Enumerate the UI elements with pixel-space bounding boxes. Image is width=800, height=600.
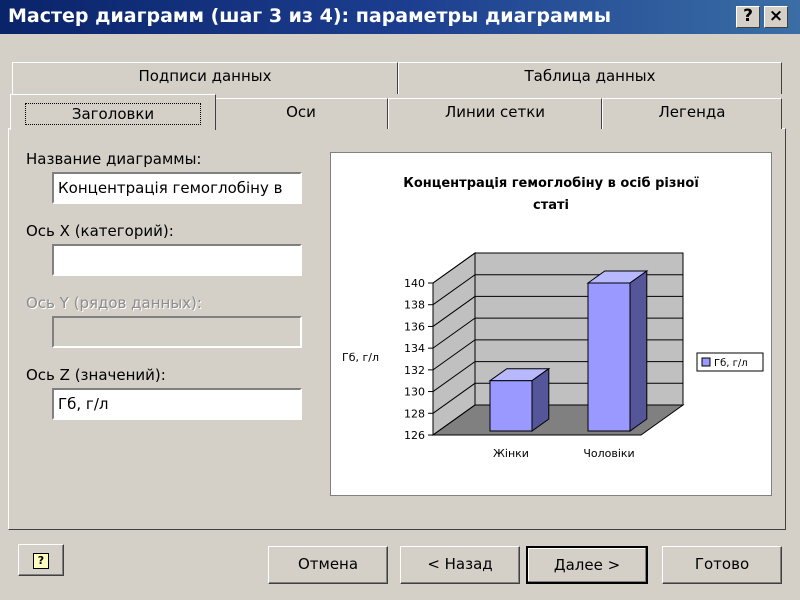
plot-area: 126 128 130 132 134 136 138 140 Жінки Чоловіки <box>404 252 685 460</box>
y-tick-label: 136 <box>404 320 425 333</box>
y-tick-label: 134 <box>404 342 425 355</box>
y-tick-label: 138 <box>404 299 425 312</box>
tab-gridlines[interactable]: Линии сетки <box>388 98 602 129</box>
title-bar: Мастер диаграмм (шаг 3 из 4): параметры … <box>0 0 800 34</box>
help-button[interactable]: ? <box>736 6 760 28</box>
z-axis-title: Гб, г/л <box>342 351 379 364</box>
x-axis-input[interactable] <box>52 244 302 276</box>
window-title: Мастер диаграмм (шаг 3 из 4): параметры … <box>8 5 612 27</box>
tab-data-labels-text: Подписи данных <box>138 67 272 85</box>
bar-side <box>629 270 648 432</box>
chart-preview: Концентрація гемоглобіну в осіб різної с… <box>330 152 772 496</box>
tab-legend-text: Легенда <box>658 103 726 121</box>
close-button[interactable]: × <box>764 6 788 28</box>
tab-data-table[interactable]: Таблица данных <box>398 62 782 94</box>
tab-axes-text: Оси <box>286 103 316 121</box>
tab-titles-text: Заголовки <box>24 103 202 125</box>
z-axis-input[interactable]: Гб, г/л <box>52 388 302 420</box>
y-tick-label: 128 <box>404 407 425 420</box>
tab-axes[interactable]: Оси <box>214 98 388 129</box>
next-button[interactable]: Далее > <box>526 546 648 584</box>
tab-legend[interactable]: Легенда <box>602 98 782 129</box>
x-tick-label: Чоловіки <box>583 447 634 460</box>
chart-title-line2: статі <box>533 198 569 213</box>
back-button[interactable]: < Назад <box>400 546 520 584</box>
tab-gridlines-text: Линии сетки <box>444 103 546 121</box>
office-assistant-button[interactable]: ? <box>18 544 64 576</box>
bar <box>587 282 631 432</box>
tab-data-labels[interactable]: Подписи данных <box>12 62 398 94</box>
chart-title-line1: Концентрація гемоглобіну в осіб різної <box>403 176 699 191</box>
bar <box>489 380 533 432</box>
chart-title-label: Название диаграммы: <box>26 150 202 168</box>
chart-svg: Концентрація гемоглобіну в осіб різної с… <box>342 176 764 460</box>
cancel-button[interactable]: Отмена <box>268 546 388 584</box>
y-tick-label: 126 <box>404 429 425 442</box>
chart-title-input[interactable]: Концентрація гемоглобіну в <box>52 172 302 204</box>
x-tick-label: Жінки <box>493 447 529 460</box>
tab-data-table-text: Таблица данных <box>524 67 656 85</box>
y-tick-label: 130 <box>404 386 425 399</box>
y-axis-input <box>52 316 302 348</box>
x-axis-label: Ось X (категорий): <box>26 222 174 240</box>
y-axis-label: Ось Y (рядов данных): <box>26 294 202 312</box>
legend-swatch <box>701 357 711 367</box>
y-tick-label: 132 <box>404 364 425 377</box>
help-assistant-icon: ? <box>33 553 49 569</box>
finish-button[interactable]: Готово <box>662 546 782 584</box>
y-tick-label: 140 <box>404 277 425 290</box>
tab-titles[interactable]: Заголовки <box>10 94 216 130</box>
z-axis-label: Ось Z (значений): <box>26 366 166 384</box>
legend-label: Гб, г/л <box>714 358 748 369</box>
